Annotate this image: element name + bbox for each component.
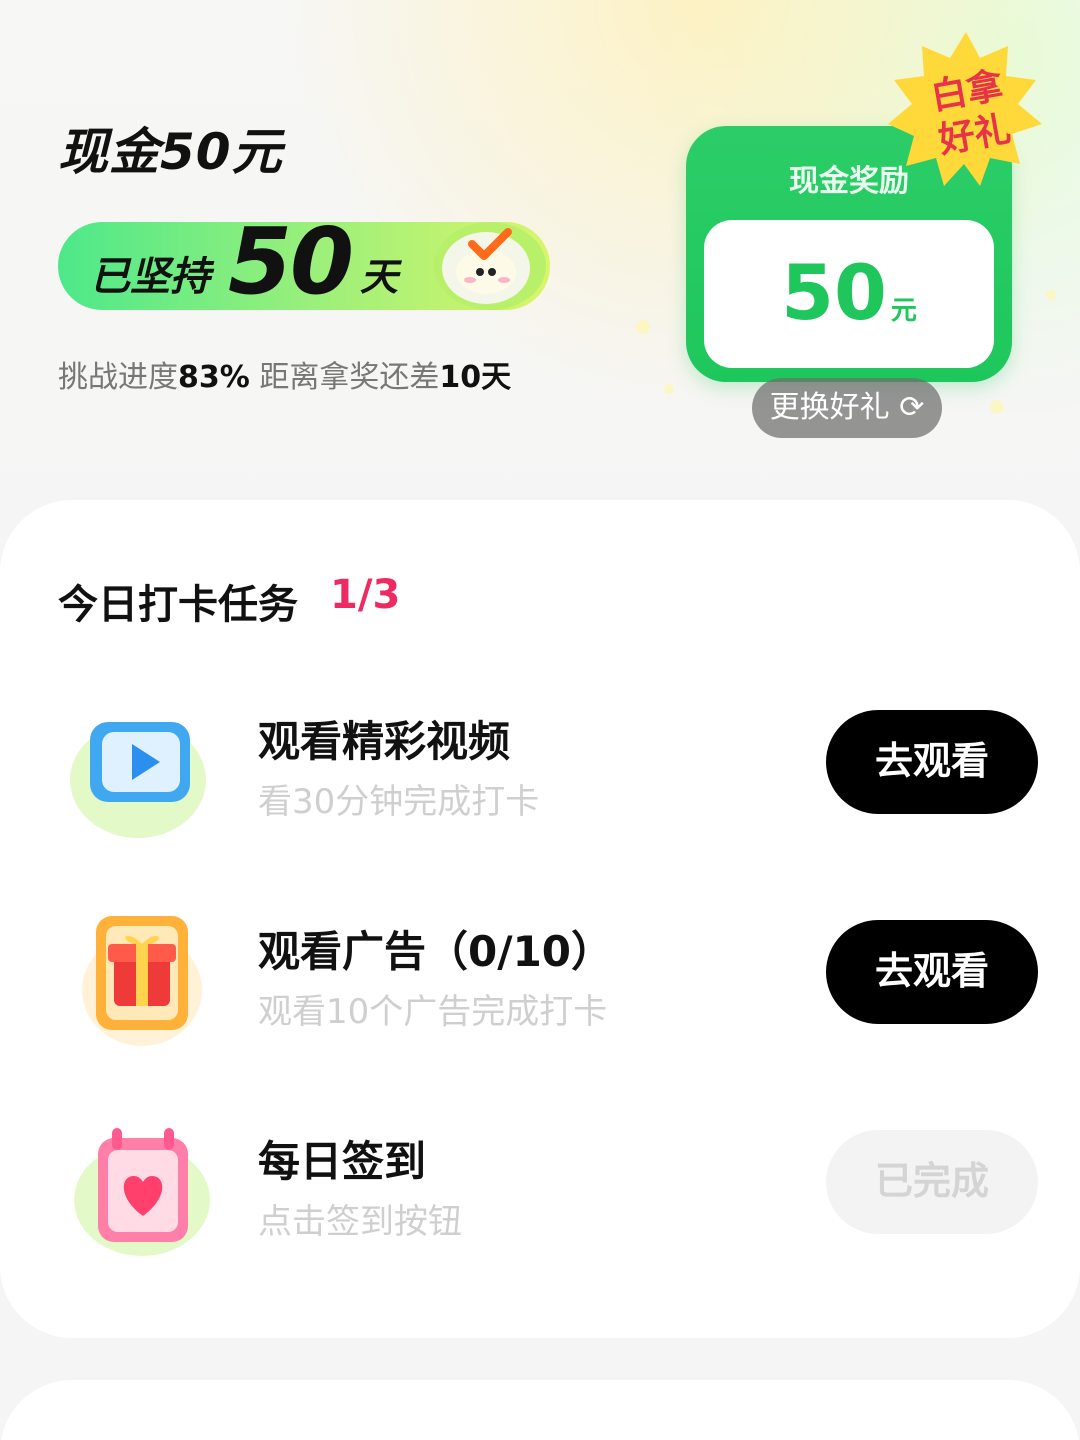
task-description: 观看10个广告完成打卡	[258, 992, 608, 1032]
sparkle-decoration	[636, 320, 650, 334]
task-description: 看30分钟完成打卡	[258, 782, 540, 822]
go-watch-video-button[interactable]: 去观看	[826, 710, 1038, 814]
remaining-label: 距离拿奖还差	[259, 360, 440, 395]
progress-value: 83%	[178, 360, 250, 395]
daily-task-card: 今日打卡任务 1/3 观看精彩视频 看30分钟完成打卡 去观看 观看广告（0/1…	[0, 500, 1080, 1338]
next-section-card	[0, 1380, 1080, 1440]
task-count: 1/3	[330, 572, 401, 618]
task-name: 观看精彩视频	[258, 717, 511, 766]
streak-prefix: 已坚持	[90, 254, 210, 300]
checkin-completed-button[interactable]: 已完成	[826, 1130, 1038, 1234]
change-gift-button[interactable]: 更换好礼 ⟳	[752, 378, 942, 438]
streak-days: 50	[228, 208, 354, 315]
reward-amount-number: 50	[781, 248, 887, 337]
task-name: 观看广告（0/10）	[258, 927, 614, 976]
mascot-check-icon	[434, 222, 546, 310]
progress-label: 挑战进度	[58, 360, 178, 395]
task-section-title: 今日打卡任务	[58, 582, 298, 628]
sparkle-decoration	[990, 400, 1004, 414]
sparkle-decoration	[1046, 290, 1056, 300]
gift-box-icon	[82, 916, 202, 1046]
free-gift-badge: 白拿 好礼	[909, 61, 1033, 167]
page-title: 现金50元	[58, 123, 283, 181]
task-description: 点击签到按钮	[258, 1202, 462, 1242]
calendar-heart-icon	[74, 1128, 210, 1256]
task-item-video: 观看精彩视频 看30分钟完成打卡 去观看	[0, 700, 1080, 850]
sparkle-decoration	[664, 384, 674, 394]
video-play-icon	[70, 722, 206, 838]
task-item-checkin: 每日签到 点击签到按钮 已完成	[0, 1120, 1080, 1270]
challenge-progress: 挑战进度83% 距离拿奖还差10天	[58, 352, 511, 396]
reward-amount-unit: 元	[890, 296, 917, 326]
go-watch-ads-button[interactable]: 去观看	[826, 920, 1038, 1024]
task-item-ads: 观看广告（0/10） 观看10个广告完成打卡 去观看	[0, 910, 1080, 1060]
streak-unit: 天	[360, 255, 399, 299]
task-name: 每日签到	[258, 1137, 427, 1186]
reward-amount: 50 元	[704, 248, 994, 337]
remaining-value: 10天	[439, 360, 512, 395]
reward-amount-box: 50 元	[704, 220, 994, 368]
